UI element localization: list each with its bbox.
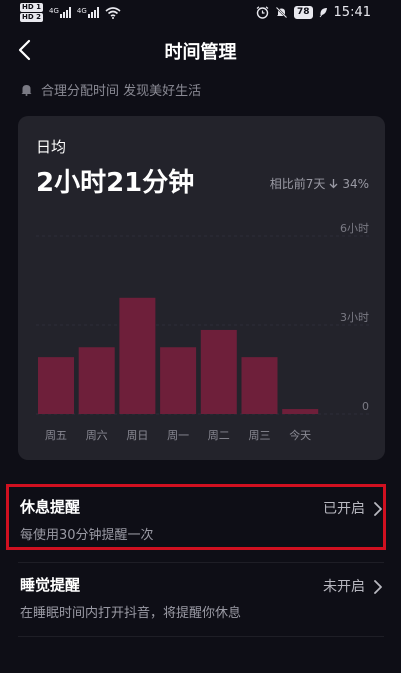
signal-bars-icon bbox=[59, 7, 71, 18]
x-tick-label: 周二 bbox=[208, 429, 230, 442]
sim2-indicator: HD 2 bbox=[20, 13, 43, 22]
y-tick-label: 0 bbox=[362, 400, 369, 413]
mute-icon bbox=[275, 6, 288, 19]
x-tick-label: 周六 bbox=[86, 429, 108, 442]
highlight-annotation-box bbox=[6, 484, 386, 550]
bell-icon bbox=[21, 85, 32, 96]
chart-bar bbox=[160, 347, 197, 414]
signal-1: 4G bbox=[49, 7, 71, 18]
signal-2: 4G bbox=[77, 7, 99, 18]
usage-stats-card: 日均 2小时21分钟 相比前7天 34% 6小时 3小时 0 周五 周六 周日 周一 周二 周三… bbox=[18, 116, 385, 460]
page-title: 时间管理 bbox=[164, 42, 237, 63]
settings-divider bbox=[18, 636, 384, 637]
sim1-indicator: HD 1 bbox=[20, 3, 43, 12]
network-type-1: 4G bbox=[48, 7, 59, 15]
usage-bar-chart: 6小时 3小时 0 周五 周六 周日 周一 周二 周三 今天 bbox=[36, 222, 369, 442]
chart-bar bbox=[200, 329, 237, 414]
sleep-reminder-row[interactable]: 睡觉提醒 在睡眠时间内打开抖音，将提醒你休息 未开启 bbox=[0, 562, 401, 628]
status-bar: HD 1 HD 2 4G 4G 78 15:41 bbox=[0, 0, 401, 26]
alarm-icon bbox=[256, 6, 269, 19]
status-bar-left: HD 1 HD 2 4G 4G bbox=[20, 3, 121, 22]
chart-bar bbox=[119, 297, 156, 414]
chart-bar bbox=[241, 357, 278, 414]
chevron-right-icon bbox=[374, 580, 382, 594]
y-tick-label: 3小时 bbox=[340, 311, 369, 324]
clock-time: 15:41 bbox=[333, 5, 371, 20]
x-tick-label: 今天 bbox=[289, 428, 311, 442]
signal-bars-icon bbox=[87, 7, 99, 18]
tip-row: 合理分配时间 发现美好生活 bbox=[20, 80, 201, 99]
sim-indicators: HD 1 HD 2 bbox=[20, 3, 43, 22]
status-bar-right: 78 15:41 bbox=[256, 5, 371, 20]
sleep-reminder-desc: 在睡眠时间内打开抖音，将提醒你休息 bbox=[20, 606, 242, 621]
wifi-icon bbox=[105, 6, 121, 19]
nav-bar: 时间管理 bbox=[0, 26, 401, 74]
y-tick-label: 6小时 bbox=[340, 222, 369, 235]
chart-bar bbox=[38, 357, 74, 414]
sleep-reminder-title: 睡觉提醒 bbox=[20, 576, 81, 594]
x-tick-label: 周五 bbox=[45, 429, 67, 442]
leaf-icon bbox=[319, 8, 327, 18]
x-tick-label: 周一 bbox=[167, 429, 189, 442]
x-tick-label: 周三 bbox=[249, 429, 271, 442]
network-type-2: 4G bbox=[76, 7, 87, 15]
chart-bar bbox=[78, 347, 115, 414]
sleep-reminder-status: 未开启 bbox=[323, 579, 365, 595]
x-tick-label: 周日 bbox=[126, 429, 148, 442]
chart-bar bbox=[282, 409, 319, 414]
battery-icon: 78 bbox=[294, 6, 313, 19]
tip-text: 合理分配时间 发现美好生活 bbox=[41, 84, 202, 99]
